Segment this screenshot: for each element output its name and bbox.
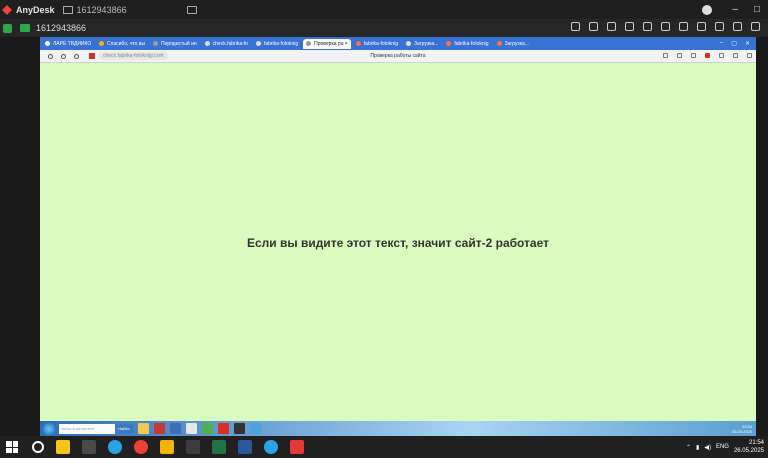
new-tab-icon[interactable]: [186, 5, 197, 14]
keyboard-icon[interactable]: [715, 22, 724, 31]
pen-icon[interactable]: [691, 53, 696, 58]
menu-dots-icon[interactable]: [677, 53, 682, 58]
app-icon[interactable]: [160, 440, 174, 454]
remote-app-icon[interactable]: [218, 423, 229, 434]
grid-icon[interactable]: [733, 22, 742, 31]
tab-favicon-icon: [306, 41, 312, 46]
monitor-icon: [62, 5, 73, 14]
shield-check-icon: [3, 23, 12, 33]
windows-taskbar: ⌃ ▮ ◀) ENG 21:54 26.05.2025: [0, 436, 768, 458]
minimize-icon[interactable]: –: [720, 40, 723, 47]
tab-favicon-icon: [99, 41, 104, 46]
monitor-settings-icon[interactable]: [679, 22, 688, 31]
restore-icon[interactable]: ▢: [731, 40, 737, 47]
display-icon[interactable]: [571, 22, 580, 31]
anydesk-app-name: AnyDesk: [16, 4, 55, 15]
telegram-icon[interactable]: [108, 440, 122, 454]
browser-window-controls: – ▢ ✕: [720, 40, 750, 47]
privacy-icon[interactable]: [643, 22, 652, 31]
remote-start-button[interactable]: [43, 422, 55, 435]
word-icon[interactable]: [238, 440, 252, 454]
tab-item[interactable]: Загрузка...: [494, 39, 532, 49]
remote-app-icon[interactable]: [250, 423, 261, 434]
tab-favicon-icon: [45, 41, 50, 46]
remote-taskbar: поиск в интернете Найти 22:54 26.05.2025: [40, 421, 756, 436]
tab-item[interactable]: fabrika-fotoknig: [353, 39, 401, 49]
tab-item[interactable]: Загрузка...: [403, 39, 441, 49]
windows-start-icon[interactable]: [6, 441, 18, 453]
tab-favicon-icon: [204, 41, 210, 46]
remote-monitor-icon[interactable]: [20, 24, 30, 32]
remote-id: 1612943866: [36, 23, 87, 33]
app-icon[interactable]: [82, 440, 96, 454]
terminal-icon[interactable]: [186, 440, 200, 454]
minimize-button[interactable]: –: [724, 4, 746, 15]
window-controls: – □: [702, 0, 768, 19]
anydesk-logo-icon: [2, 4, 12, 15]
more-icon[interactable]: [751, 22, 760, 31]
language-indicator[interactable]: ENG: [716, 444, 729, 450]
remote-app-icon[interactable]: [186, 423, 197, 434]
volume-icon[interactable]: ◀): [704, 444, 711, 451]
tab-item[interactable]: fabrika-fotoknig: [253, 39, 301, 49]
translate-icon[interactable]: [663, 53, 668, 58]
remote-app-icon[interactable]: [138, 423, 149, 434]
excel-icon[interactable]: [212, 440, 226, 454]
chevron-up-icon[interactable]: ⌃: [686, 444, 691, 451]
tab-favicon-icon: [153, 41, 158, 46]
page-content: Если вы видите этот текст, значит сайт-2…: [40, 63, 756, 421]
close-icon[interactable]: ✕: [745, 40, 750, 47]
lightning-icon[interactable]: [697, 22, 706, 31]
file-explorer-icon[interactable]: [56, 440, 70, 454]
system-tray: ⌃ ▮ ◀) ENG 21:54 26.05.2025: [686, 439, 764, 455]
session-tab-label[interactable]: 1612943866: [77, 5, 127, 15]
address-bar: check.fabrika-fotoknigi.com Проверка раб…: [40, 50, 756, 63]
page-title: Проверка работы сайта: [370, 53, 426, 59]
database-icon[interactable]: [607, 22, 616, 31]
browser-toolbar-icons: [663, 53, 752, 58]
session-toolbar: [571, 22, 760, 31]
tab-item[interactable]: fabrika-fotoknig: [443, 39, 491, 49]
remote-search-button[interactable]: Найти: [115, 423, 133, 434]
remote-app-icon[interactable]: [170, 423, 181, 434]
tab-item[interactable]: Порядистый ин: [150, 39, 200, 49]
tab-favicon-icon: [446, 41, 452, 46]
tab-item[interactable]: ЛАРЕ ТВДИИКО: [42, 39, 94, 49]
remote-app-icon[interactable]: [202, 423, 213, 434]
remote-search-input[interactable]: поиск в интернете: [59, 423, 115, 434]
extension-icon[interactable]: [705, 53, 710, 58]
status-message: Если вы видите этот текст, значит сайт-2…: [246, 236, 550, 250]
remote-desktop[interactable]: ЛАРЕ ТВДИИКО Спасибо, что вы Порядистый …: [40, 37, 756, 436]
tab-favicon-icon: [255, 41, 261, 46]
anydesk-titlebar: AnyDesk 1612943866 – □: [0, 0, 768, 19]
remote-app-icon[interactable]: [154, 423, 165, 434]
search-icon[interactable]: [32, 441, 44, 453]
telegram-icon[interactable]: [264, 440, 278, 454]
download-icon[interactable]: [747, 53, 752, 58]
hourglass-icon[interactable]: [589, 22, 598, 31]
tab-favicon-icon: [405, 41, 411, 46]
profile-icon[interactable]: [719, 53, 724, 58]
chat-icon[interactable]: [661, 22, 670, 31]
tab-item[interactable]: check.fabrika-fo: [202, 39, 251, 49]
maximize-button[interactable]: □: [746, 4, 768, 15]
remote-clock[interactable]: 22:54 26.05.2025: [732, 424, 752, 434]
chrome-icon[interactable]: [134, 440, 148, 454]
puzzle-icon[interactable]: [733, 53, 738, 58]
system-clock[interactable]: 21:54 26.05.2025: [734, 439, 764, 455]
avatar[interactable]: [702, 4, 712, 15]
tab-item-active[interactable]: Проверка ра ×: [303, 38, 351, 49]
anydesk-icon[interactable]: [290, 440, 304, 454]
tab-item[interactable]: Спасибо, что вы: [96, 39, 148, 49]
network-icon[interactable]: ▮: [696, 444, 699, 451]
tab-favicon-icon: [355, 41, 361, 46]
anydesk-session-bar: 1612943866: [0, 19, 768, 37]
tab-favicon-icon: [496, 41, 502, 46]
star-icon[interactable]: [625, 22, 634, 31]
browser-tabstrip: ЛАРЕ ТВДИИКО Спасибо, что вы Порядистый …: [40, 37, 756, 50]
remote-app-icon[interactable]: [234, 423, 245, 434]
